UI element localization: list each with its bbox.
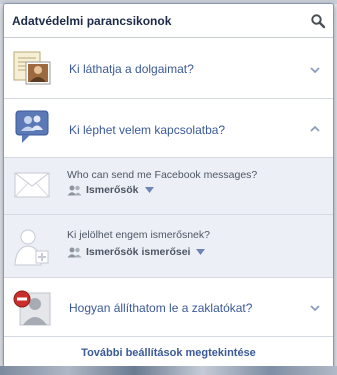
audience-selector[interactable]: Ismerősök xyxy=(67,184,154,196)
panel-footer: További beállítások megtekintése xyxy=(4,337,333,367)
shortcut-who-can-contact[interactable]: Ki léphet velem kapcsolatba? xyxy=(4,99,333,158)
setting-question: Who can send me Facebook messages? xyxy=(67,169,258,181)
chevron-down-icon[interactable] xyxy=(309,64,321,76)
friend-request-setting: Ki jelölhet engem ismerősnek? Ismerősök … xyxy=(4,215,333,278)
shortcut-who-can-see[interactable]: Ki láthatja a dolgaimat? xyxy=(4,38,333,99)
search-icon[interactable] xyxy=(310,13,326,29)
panel-header: Adatvédelmi parancsikonok xyxy=(4,4,333,38)
messages-setting: Who can send me Facebook messages? Ismer… xyxy=(4,158,333,215)
friends-icon xyxy=(67,185,82,195)
panel-title: Adatvédelmi parancsikonok xyxy=(12,14,172,28)
audience-selector[interactable]: Ismerősök ismerősei xyxy=(67,246,206,258)
shortcut-stop-harassment[interactable]: Hogyan állíthatom le a zaklatókat? xyxy=(4,278,333,337)
block-user-icon xyxy=(13,290,51,326)
caret-down-icon xyxy=(144,187,154,193)
shortcut-label: Ki léphet velem kapcsolatba? xyxy=(69,123,226,137)
add-friend-icon xyxy=(14,229,49,266)
photo-document-icon xyxy=(13,51,51,85)
more-settings-link[interactable]: További beállítások megtekintése xyxy=(81,347,256,359)
shortcut-label: Ki láthatja a dolgaimat? xyxy=(69,62,194,76)
caret-down-icon xyxy=(196,249,206,255)
chevron-up-icon[interactable] xyxy=(309,123,321,135)
setting-question: Ki jelölhet engem ismerősnek? xyxy=(67,229,210,241)
chevron-down-icon[interactable] xyxy=(309,302,321,314)
privacy-shortcuts-panel: Adatvédelmi parancsikonok Ki láthatja a … xyxy=(3,3,334,368)
audience-value: Ismerősök xyxy=(86,184,139,196)
contact-people-icon xyxy=(15,110,49,143)
envelope-icon xyxy=(14,172,50,198)
audience-value: Ismerősök ismerősei xyxy=(86,246,191,258)
background-bottom xyxy=(0,366,337,375)
shortcut-label: Hogyan állíthatom le a zaklatókat? xyxy=(69,301,253,315)
friends-icon xyxy=(67,247,82,257)
